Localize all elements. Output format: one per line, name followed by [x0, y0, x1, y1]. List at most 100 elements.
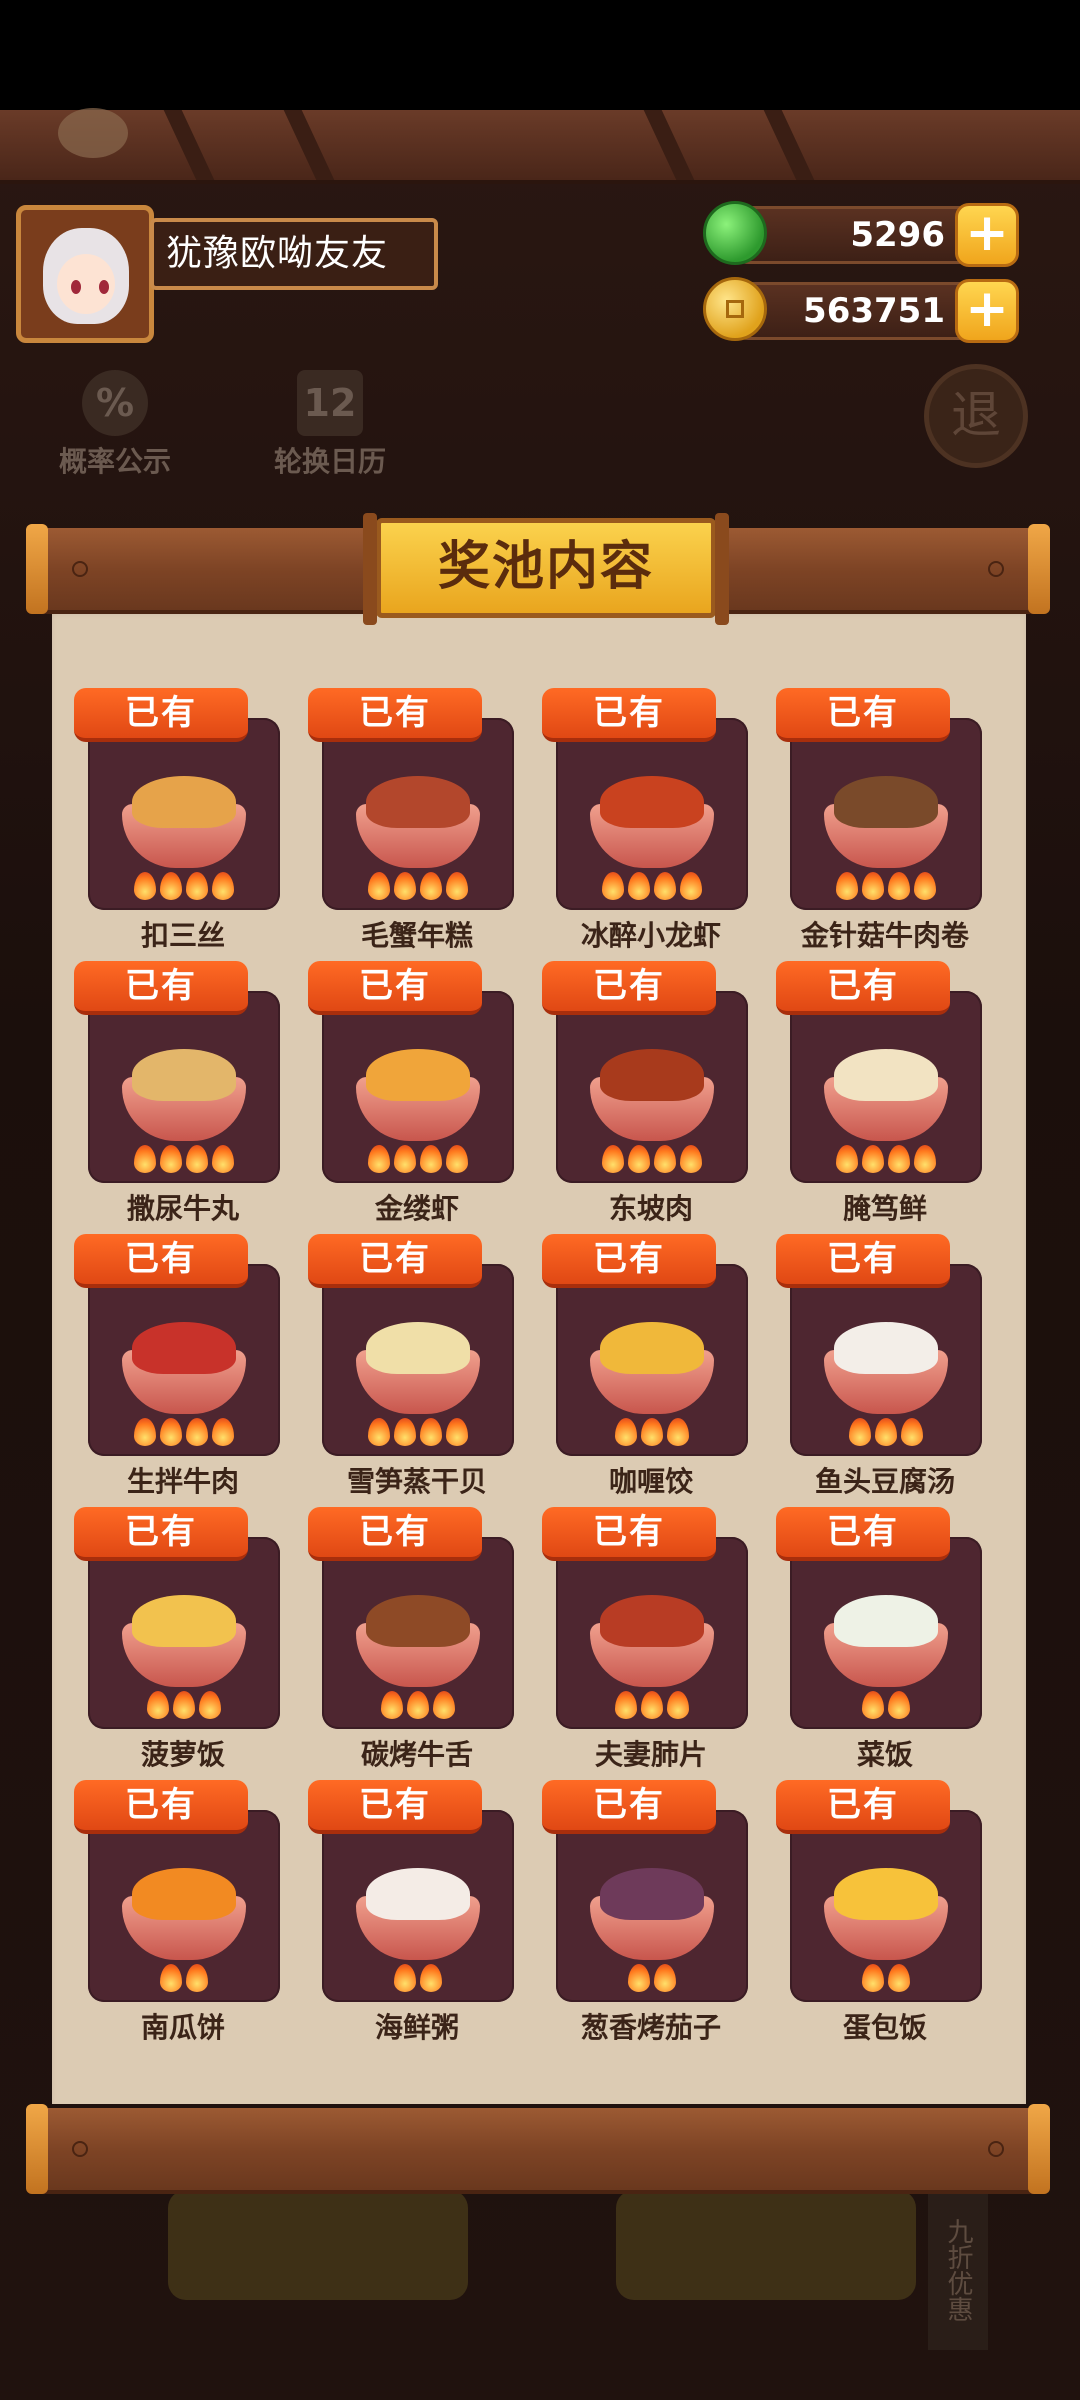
player-name: 犹豫欧呦友友 — [150, 218, 438, 290]
dish-name: 雪笋蒸干贝 — [346, 1465, 487, 1498]
flame-icon — [420, 1418, 442, 1446]
dish-image-icon — [132, 1868, 236, 1920]
dish-item[interactable]: 已有 腌笃鲜 — [772, 961, 998, 1229]
flame-icon — [446, 872, 468, 900]
flame-icon — [134, 1418, 156, 1446]
flame-icon — [667, 1691, 689, 1719]
dish-item[interactable]: 已有 海鲜粥 — [304, 1780, 530, 2048]
dish-item[interactable]: 已有菜饭 — [772, 1507, 998, 1775]
dish-item[interactable]: 已有 冰醉小龙虾 — [538, 688, 764, 956]
dish-image-icon — [366, 776, 470, 828]
dish-item[interactable]: 已有 碳烤牛舌 — [304, 1507, 530, 1775]
owned-badge: 已有 — [74, 1507, 248, 1561]
dish-item[interactable]: 已有 金缕虾 — [304, 961, 530, 1229]
dish-card — [790, 1810, 982, 2002]
owned-badge: 已有 — [74, 1234, 248, 1288]
flame-icon — [160, 872, 182, 900]
owned-badge: 已有 — [542, 961, 716, 1015]
flame-icon — [147, 1691, 169, 1719]
dish-item[interactable]: 已有 生拌牛肉 — [70, 1234, 296, 1502]
player-avatar[interactable] — [16, 205, 154, 343]
flame-icon — [914, 872, 936, 900]
flame-icon — [862, 1691, 884, 1719]
dish-name: 东坡肉 — [608, 1192, 693, 1225]
dish-card — [322, 1264, 514, 1456]
percent-icon: % — [82, 370, 148, 436]
dish-image-icon — [834, 1595, 938, 1647]
dish-card — [322, 1810, 514, 2002]
rarity-flames — [556, 1145, 748, 1173]
dish-item[interactable]: 已有毛蟹年糕 — [304, 688, 530, 956]
single-draw-button-dimmed — [168, 2190, 468, 2300]
dish-image-icon — [600, 1868, 704, 1920]
dish-name: 菜饭 — [856, 1738, 913, 1771]
dish-image-icon — [366, 1049, 470, 1101]
rarity-flames — [556, 1964, 748, 1992]
flame-icon — [615, 1691, 637, 1719]
rarity-flames — [790, 1964, 982, 1992]
flame-icon — [836, 872, 858, 900]
flame-icon — [602, 1145, 624, 1173]
dish-item[interactable]: 已有扣三丝 — [70, 688, 296, 956]
owned-badge: 已有 — [776, 1234, 950, 1288]
rarity-flames — [88, 1418, 280, 1446]
dish-card — [790, 1264, 982, 1456]
dish-item[interactable]: 已有 咖喱饺 — [538, 1234, 764, 1502]
dish-card — [790, 991, 982, 1183]
dish-card — [88, 1537, 280, 1729]
owned-badge: 已有 — [776, 1507, 950, 1561]
dish-card — [88, 1810, 280, 2002]
owned-badge: 已有 — [308, 688, 482, 742]
add-gems-button[interactable]: + — [955, 203, 1019, 267]
dish-image-icon — [834, 1868, 938, 1920]
flame-icon — [888, 1964, 910, 1992]
dish-item[interactable]: 已有 葱香烤茄子 — [538, 1780, 764, 2048]
rarity-flames — [88, 1145, 280, 1173]
owned-badge: 已有 — [74, 688, 248, 742]
calendar-label: 轮换日历 — [273, 445, 386, 478]
rarity-flames — [322, 1418, 514, 1446]
flame-icon — [134, 872, 156, 900]
dish-item[interactable]: 已有 鱼头豆腐汤 — [772, 1234, 998, 1502]
discount-tag: 九折优惠 — [928, 2190, 988, 2350]
dish-image-icon — [834, 1049, 938, 1101]
dish-item[interactable]: 已有 蛋包饭 — [772, 1780, 998, 2048]
dish-name: 冰醉小龙虾 — [580, 919, 721, 952]
probability-label: 概率公示 — [58, 445, 171, 478]
dish-item[interactable]: 已有 夫妻肺片 — [538, 1507, 764, 1775]
dish-card — [556, 991, 748, 1183]
flame-icon — [420, 1145, 442, 1173]
add-coins-button[interactable]: + — [955, 279, 1019, 343]
dish-item[interactable]: 已有 南瓜饼 — [70, 1780, 296, 2048]
dish-item[interactable]: 已有 金针菇牛肉卷 — [772, 688, 998, 956]
ten-draw-button-dimmed — [616, 2190, 916, 2300]
flame-icon — [862, 1145, 884, 1173]
dish-name: 南瓜饼 — [140, 2011, 225, 2044]
dish-name: 毛蟹年糕 — [360, 919, 473, 952]
calendar-button: 12 轮换日历 — [250, 370, 410, 480]
flame-icon — [186, 1418, 208, 1446]
green-gem-icon — [703, 201, 767, 265]
dish-item[interactable]: 已有 撒尿牛丸 — [70, 961, 296, 1229]
flame-icon — [160, 1964, 182, 1992]
owned-badge: 已有 — [542, 1234, 716, 1288]
dish-card — [322, 991, 514, 1183]
rarity-flames — [322, 872, 514, 900]
rarity-flames — [556, 1691, 748, 1719]
dish-item[interactable]: 已有 雪笋蒸干贝 — [304, 1234, 530, 1502]
flame-icon — [628, 872, 650, 900]
coin-icon — [703, 277, 767, 341]
dish-name: 扣三丝 — [140, 919, 225, 952]
owned-badge: 已有 — [776, 1780, 950, 1834]
owned-badge: 已有 — [74, 961, 248, 1015]
flame-icon — [173, 1691, 195, 1719]
flame-icon — [160, 1145, 182, 1173]
flame-icon — [186, 1145, 208, 1173]
dish-image-icon — [600, 776, 704, 828]
dish-item[interactable]: 已有 菠萝饭 — [70, 1507, 296, 1775]
flame-icon — [862, 1964, 884, 1992]
flame-icon — [407, 1691, 429, 1719]
rarity-flames — [322, 1691, 514, 1719]
coin-counter: 563751 + — [703, 277, 1019, 343]
dish-item[interactable]: 已有东坡肉 — [538, 961, 764, 1229]
